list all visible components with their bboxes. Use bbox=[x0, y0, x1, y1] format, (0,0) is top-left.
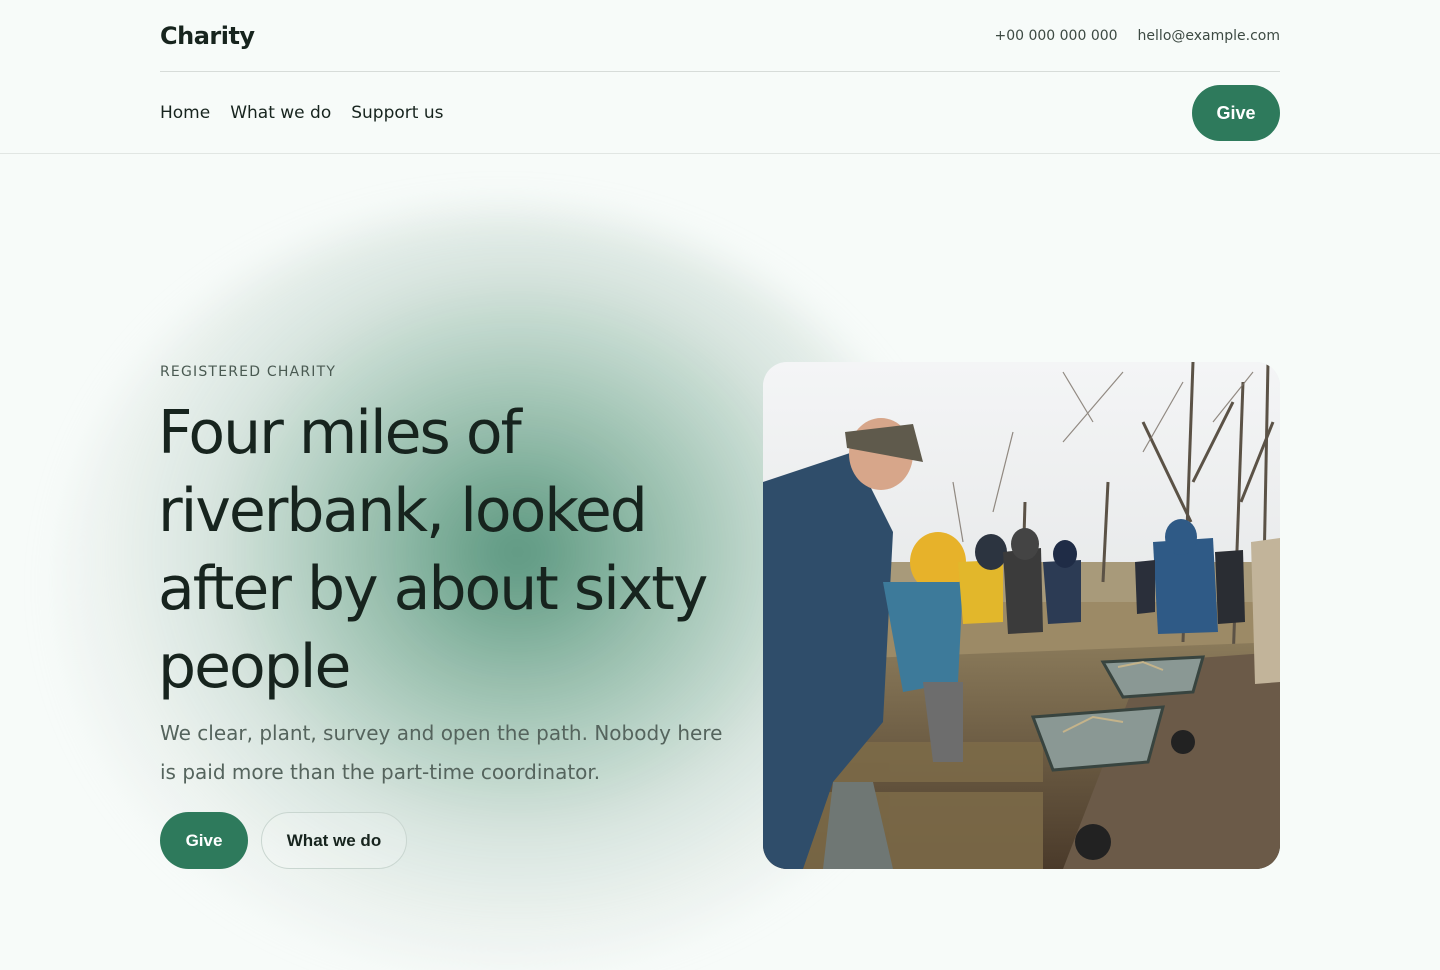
nav-item-what-we-do[interactable]: What we do bbox=[230, 103, 331, 123]
give-button-nav[interactable]: Give bbox=[1192, 85, 1280, 141]
hero-eyebrow: REGISTERED CHARITY bbox=[160, 364, 337, 380]
site-logo[interactable]: Charity bbox=[160, 22, 255, 50]
hero-subcopy: We clear, plant, survey and open the pat… bbox=[160, 721, 723, 784]
main-navigation: Home What we do Support us Give bbox=[0, 72, 1440, 154]
hero-photo-volunteers bbox=[763, 362, 1280, 869]
phone-link[interactable]: +00 000 000 000 bbox=[994, 28, 1117, 44]
what-we-do-button[interactable]: What we do bbox=[261, 812, 407, 869]
nav-item-support-us[interactable]: Support us bbox=[351, 103, 443, 123]
nav-links: Home What we do Support us bbox=[160, 103, 443, 123]
give-button-hero[interactable]: Give bbox=[160, 812, 248, 869]
hero-cta-group: Give What we do bbox=[160, 812, 407, 869]
site-header: Charity +00 000 000 000 hello@example.co… bbox=[160, 0, 1280, 72]
nav-item-home[interactable]: Home bbox=[160, 103, 210, 123]
email-link[interactable]: hello@example.com bbox=[1138, 28, 1280, 44]
contact-info: +00 000 000 000 hello@example.com bbox=[994, 28, 1280, 44]
hero-headline: Four miles of riverbank, looked after by… bbox=[158, 398, 708, 702]
